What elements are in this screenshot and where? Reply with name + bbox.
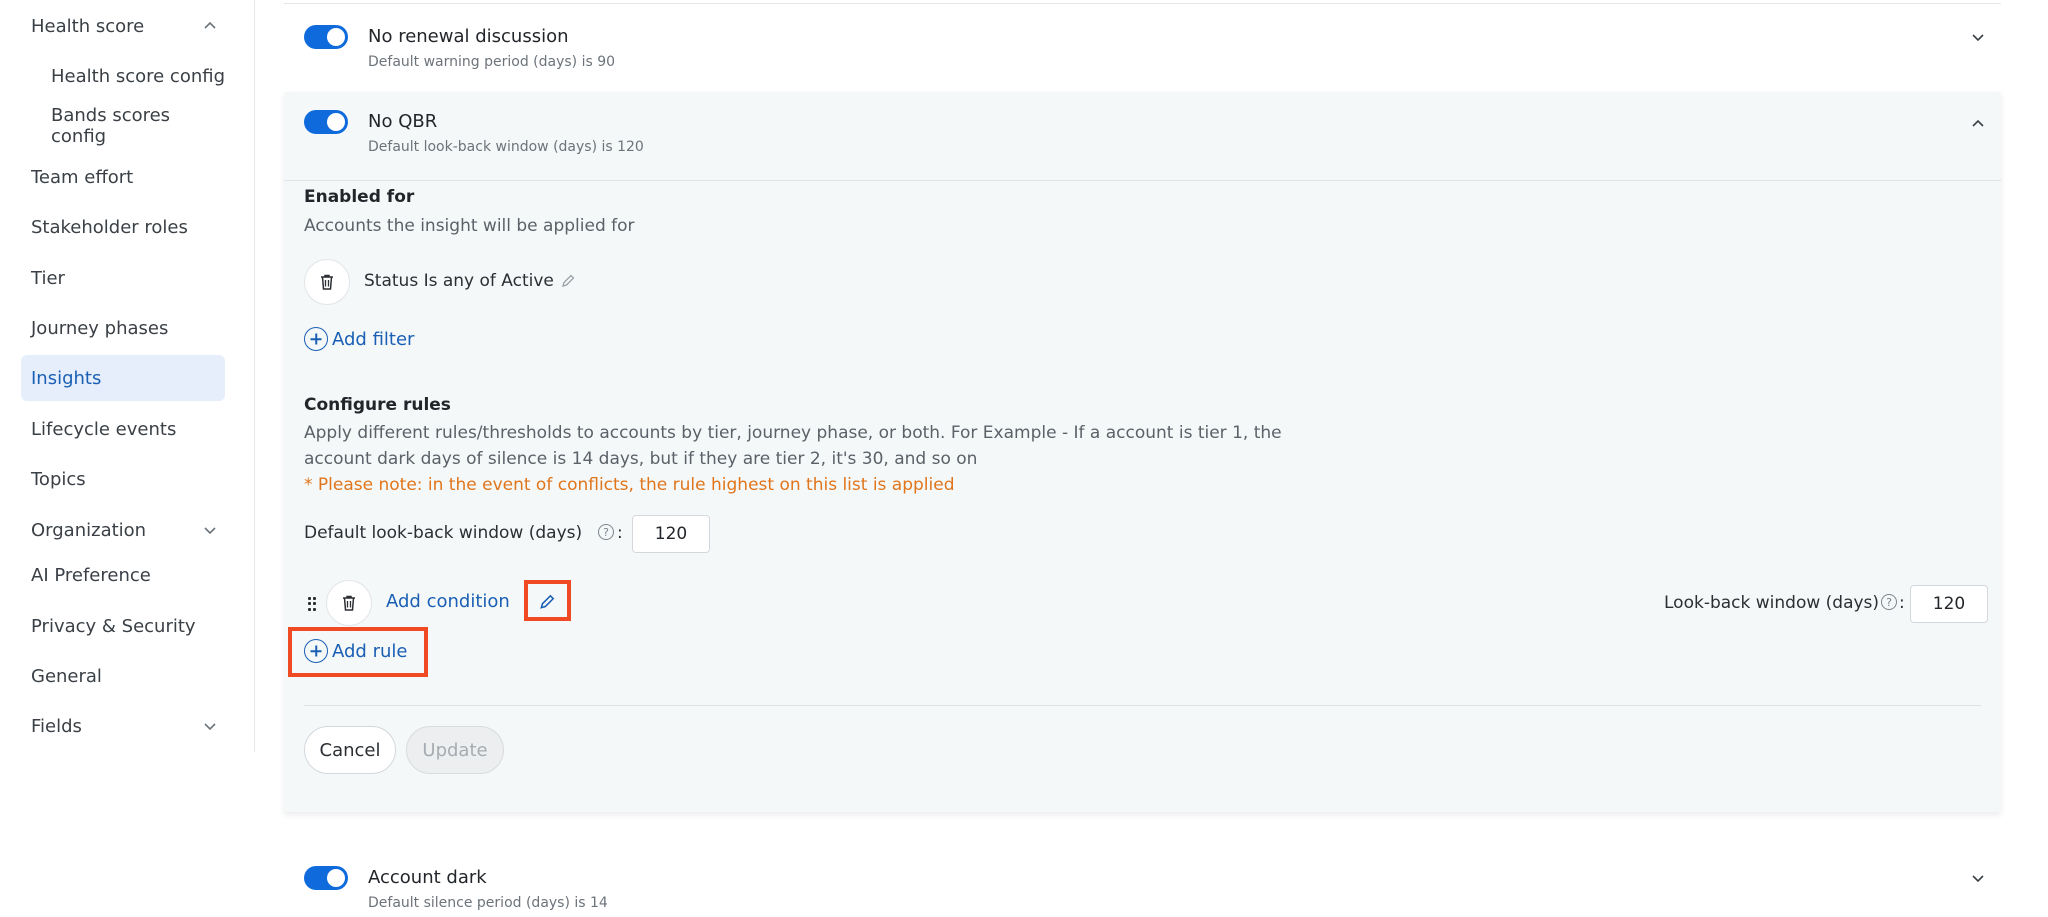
plus-icon	[304, 327, 328, 351]
insight-title: Account dark	[368, 867, 487, 888]
sidebar-item-fields[interactable]: Fields	[21, 703, 225, 749]
sidebar-item-stakeholder-roles[interactable]: Stakeholder roles	[21, 204, 225, 250]
sidebar-item-health-score[interactable]: Health score	[21, 3, 225, 49]
sidebar-item-insights[interactable]: Insights	[21, 355, 225, 401]
insight-title: No QBR	[368, 111, 438, 132]
drag-handle-icon[interactable]	[308, 597, 316, 611]
chevron-up-icon	[203, 19, 217, 33]
pencil-icon[interactable]	[560, 273, 576, 289]
insight-row-no-renewal: No renewal discussion Default warning pe…	[284, 4, 2001, 92]
chevron-down-icon	[203, 523, 217, 537]
conflict-note: * Please note: in the event of conflicts…	[304, 475, 955, 495]
insights-main: No renewal discussion Default warning pe…	[256, 0, 2048, 917]
add-rule-button[interactable]: Add rule	[304, 639, 407, 663]
trash-icon	[321, 274, 333, 290]
default-lookback-input[interactable]: 120	[632, 515, 710, 553]
sidebar-item-label: General	[31, 665, 102, 687]
sidebar-item-label: Privacy & Security	[31, 615, 196, 637]
delete-rule-button[interactable]	[326, 580, 372, 626]
sidebar-item-label: Tier	[31, 267, 65, 289]
enabled-for-description: Accounts the insight will be applied for	[304, 216, 635, 236]
chevron-down-icon[interactable]	[1970, 29, 1986, 45]
sidebar-item-label: Lifecycle events	[31, 418, 177, 440]
sidebar-item-label: AI Preference	[31, 564, 151, 586]
sidebar-item-label: Stakeholder roles	[31, 216, 188, 238]
header-divider	[284, 180, 2001, 181]
sidebar-item-label: Health score config	[51, 65, 225, 87]
rule-lookback-input[interactable]: 120	[1910, 585, 1988, 623]
add-condition-link[interactable]: Add condition	[386, 591, 510, 612]
lookback-label: Look-back window (days)	[1664, 593, 1880, 613]
configure-rules-title: Configure rules	[304, 395, 451, 415]
info-icon[interactable]: ?	[598, 524, 614, 540]
sidebar-item-label: Team effort	[31, 166, 134, 188]
insight-subtitle: Default look-back window (days) is 120	[368, 139, 644, 155]
chevron-down-icon[interactable]	[1970, 870, 1986, 886]
sidebar-item-organization[interactable]: Organization	[21, 507, 225, 553]
insight-subtitle: Default warning period (days) is 90	[368, 54, 616, 70]
insight-panel-no-qbr: No QBR Default look-back window (days) i…	[284, 92, 2001, 812]
update-button[interactable]: Update	[406, 726, 504, 774]
sidebar-item-lifecycle-events[interactable]: Lifecycle events	[21, 406, 225, 452]
sidebar-item-ai-preference[interactable]: AI Preference	[21, 552, 225, 598]
pencil-icon[interactable]	[538, 593, 556, 611]
sidebar-item-tier[interactable]: Tier	[21, 255, 225, 301]
chevron-up-icon[interactable]	[1970, 116, 1986, 132]
default-lookback-label: Default look-back window (days)	[304, 523, 583, 543]
trash-icon	[343, 595, 355, 611]
add-filter-label: Add filter	[332, 328, 415, 350]
add-filter-button[interactable]: Add filter	[304, 327, 414, 351]
sidebar-item-label: Journey phases	[31, 317, 169, 339]
account-dark-toggle[interactable]	[304, 866, 348, 890]
filter-text: Status Is any of Active	[364, 271, 554, 291]
sidebar-item-label: Fields	[31, 715, 82, 737]
enabled-for-title: Enabled for	[304, 187, 415, 207]
colon: :	[617, 523, 623, 543]
configure-rules-description: Apply different rules/thresholds to acco…	[304, 423, 1282, 443]
sidebar-item-privacy-security[interactable]: Privacy & Security	[21, 603, 225, 649]
sidebar-item-label: Insights	[31, 367, 102, 389]
sidebar-item-team-effort[interactable]: Team effort	[21, 154, 225, 200]
delete-filter-button[interactable]	[304, 259, 350, 305]
sidebar-item-label: Organization	[31, 519, 147, 541]
actions-divider	[304, 705, 1981, 706]
sidebar-item-health-score-config[interactable]: Health score config	[41, 53, 225, 99]
add-rule-label: Add rule	[332, 640, 408, 662]
add-condition-label: Add condition	[386, 591, 510, 612]
sidebar-item-journey-phases[interactable]: Journey phases	[21, 305, 225, 351]
no-renewal-toggle[interactable]	[304, 25, 348, 49]
chevron-down-icon	[203, 719, 217, 733]
colon: :	[1899, 593, 1905, 613]
cancel-button[interactable]: Cancel	[304, 726, 396, 774]
sidebar-item-label: Health score	[31, 15, 145, 37]
sidebar-item-label: Bands scores config	[51, 105, 171, 147]
sidebar: Health score Health score config Bands s…	[0, 0, 255, 752]
sidebar-item-label: Topics	[31, 468, 86, 490]
sidebar-item-topics[interactable]: Topics	[21, 456, 225, 502]
no-qbr-toggle[interactable]	[304, 110, 348, 134]
info-icon[interactable]: ?	[1881, 594, 1897, 610]
sidebar-item-general[interactable]: General	[21, 653, 225, 699]
insight-title: No renewal discussion	[368, 26, 569, 47]
configure-rules-description: account dark days of silence is 14 days,…	[304, 449, 978, 469]
plus-icon	[304, 639, 328, 663]
sidebar-item-bands-scores-config[interactable]: Bands scores config	[41, 103, 225, 149]
insight-row-account-dark: Account dark Default silence period (day…	[284, 852, 2001, 917]
insight-subtitle: Default silence period (days) is 14	[368, 895, 608, 911]
